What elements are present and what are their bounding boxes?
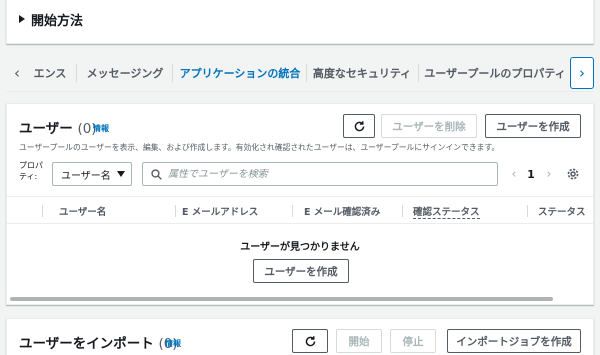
- dropdown-caret-icon: [117, 171, 125, 177]
- column-username[interactable]: ユーザー名: [59, 197, 106, 225]
- property-select[interactable]: ユーザー名: [52, 162, 132, 186]
- create-user-button[interactable]: ユーザーを作成: [485, 114, 581, 138]
- tab-scroll-right-icon[interactable]: ›: [570, 57, 594, 89]
- gear-icon[interactable]: [565, 166, 581, 182]
- page-number[interactable]: 1: [524, 162, 538, 186]
- user-search-box[interactable]: [142, 162, 498, 186]
- import-start-button[interactable]: 開始: [336, 329, 382, 353]
- import-refresh-button[interactable]: [292, 329, 328, 353]
- import-info-link[interactable]: 情報: [165, 338, 181, 349]
- user-search-input[interactable]: [168, 168, 488, 180]
- column-status[interactable]: ステータス: [538, 197, 586, 225]
- column-separator: [175, 205, 176, 217]
- column-separator: [527, 205, 528, 217]
- column-email-verified[interactable]: E メール確認済み: [304, 197, 380, 225]
- next-page-icon[interactable]: ›: [542, 162, 556, 186]
- property-label: プロパ ティ:: [19, 161, 43, 181]
- tabs-divider: [6, 91, 594, 92]
- tab-scroll-left-icon[interactable]: ‹: [6, 58, 28, 88]
- import-stop-button[interactable]: 停止: [390, 329, 436, 353]
- users-description: ユーザープールのユーザーを表示、編集、および作成します。有効化され確認されたユー…: [19, 143, 500, 152]
- tab-license[interactable]: エンス: [30, 54, 70, 92]
- users-heading: ユーザー (0): [19, 117, 97, 137]
- tab-separator: [172, 64, 173, 82]
- expand-caret-icon[interactable]: [19, 15, 25, 23]
- column-email[interactable]: E メールアドレス: [182, 197, 258, 225]
- tab-separator: [306, 64, 307, 82]
- prev-page-icon[interactable]: ‹: [507, 162, 521, 186]
- empty-state-message: ユーザーが見つかりません: [240, 242, 360, 253]
- getting-started-panel: 開始方法: [6, 0, 594, 44]
- refresh-button[interactable]: [343, 114, 375, 138]
- empty-create-user-button[interactable]: ユーザーを作成: [253, 259, 349, 283]
- horizontal-scrollbar[interactable]: [10, 297, 553, 301]
- column-separator: [42, 205, 43, 217]
- users-table-header: ユーザー名 E メールアドレス E メール確認済み 確認ステータス ステータス: [7, 196, 593, 224]
- import-title: ユーザーをインポート: [19, 336, 154, 352]
- tab-bar: ‹ エンス メッセージング アプリケーションの統合 高度なセキュリティ ユーザー…: [6, 54, 594, 92]
- users-info-link[interactable]: 情報: [93, 123, 109, 134]
- column-confirmation-status[interactable]: 確認ステータス: [413, 197, 480, 225]
- tab-separator: [76, 64, 77, 82]
- refresh-icon: [354, 120, 364, 131]
- column-separator: [292, 205, 293, 217]
- import-users-panel: ユーザーをインポート (0) 情報 開始 停止 インポートジョブを作成: [6, 318, 594, 355]
- getting-started-title[interactable]: 開始方法: [31, 10, 83, 29]
- tab-advanced-security[interactable]: 高度なセキュリティ: [312, 54, 412, 92]
- users-title: ユーザー: [19, 121, 73, 137]
- users-panel: ユーザー (0) 情報 ユーザーを削除 ユーザーを作成 ユーザープールのユーザー…: [6, 103, 594, 305]
- tab-app-integration[interactable]: アプリケーションの統合: [178, 54, 302, 92]
- refresh-icon: [305, 335, 315, 346]
- column-confirmation-status-label: 確認ステータス: [413, 204, 480, 219]
- tab-user-pool-properties[interactable]: ユーザープールのプロパティ: [424, 54, 566, 92]
- create-import-job-button[interactable]: インポートジョブを作成: [447, 329, 581, 353]
- column-separator: [402, 205, 403, 217]
- import-heading: ユーザーをインポート (0): [19, 332, 178, 352]
- search-icon: [151, 168, 162, 180]
- tab-messaging[interactable]: メッセージング: [82, 54, 168, 92]
- property-select-value: ユーザー名: [61, 170, 111, 182]
- delete-user-button[interactable]: ユーザーを削除: [381, 114, 477, 138]
- tab-separator: [418, 64, 419, 82]
